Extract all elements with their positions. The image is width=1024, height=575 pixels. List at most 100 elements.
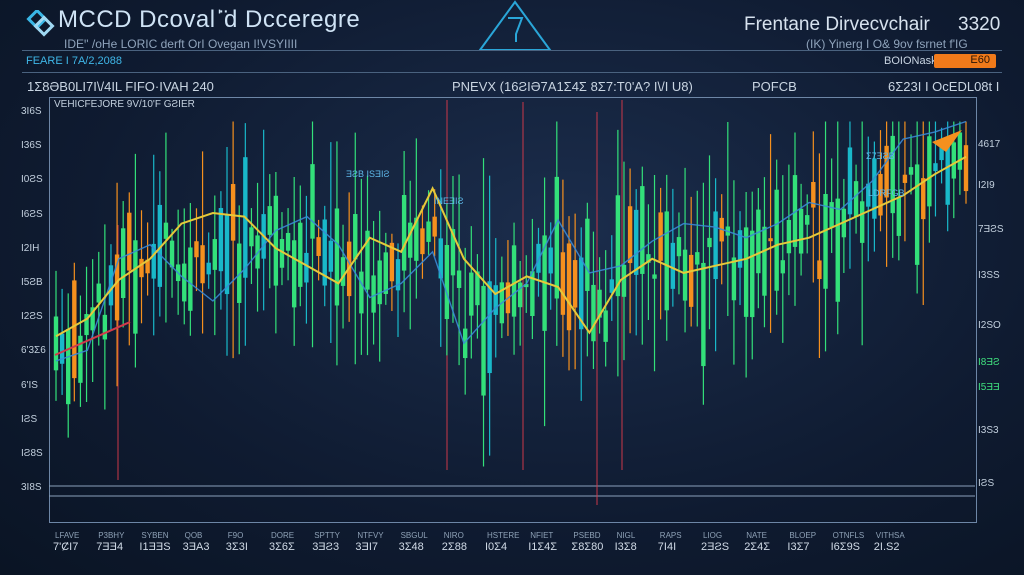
- candle-body: [517, 282, 523, 308]
- x-tick-sub-label: LIOG: [703, 531, 723, 540]
- candle-body: [127, 212, 132, 271]
- candle-body: [377, 260, 382, 305]
- candle-body: [713, 211, 718, 280]
- x-tick-sub-label: HSTERE: [487, 531, 520, 540]
- y-tick-label: I0ƧS: [21, 174, 43, 186]
- x-tick-sub-label: QOB: [184, 531, 203, 540]
- chart-annotation: INEƎIƧ: [434, 196, 464, 206]
- candle-body: [383, 252, 388, 294]
- candle-body: [554, 176, 560, 299]
- candle-body: [652, 274, 657, 279]
- candle-body: [139, 258, 144, 278]
- x-tick-label: I3Ʃ8: [614, 541, 637, 553]
- candle-body: [829, 202, 834, 228]
- y-tick-label: I2ƧS: [21, 311, 43, 323]
- y-tick-label: 6'IS: [21, 379, 38, 391]
- x-tick-label: 7ƎƎ4: [96, 541, 124, 553]
- y-tick-label-right: I2SO: [978, 320, 1001, 331]
- candle-body: [951, 142, 956, 179]
- y-tick-label: I36S: [21, 140, 42, 152]
- candle-body: [72, 280, 77, 379]
- candle-body: [859, 201, 865, 243]
- y-tick-label: IƧS: [21, 413, 38, 425]
- candle-body: [353, 214, 358, 260]
- candle-body: [310, 164, 315, 239]
- candle-body: [817, 260, 822, 280]
- x-tick-sub-label: BLOEP: [789, 531, 817, 540]
- x-tick-sub-label: DORE: [271, 531, 295, 540]
- x-tick-sub-label: NATE: [746, 531, 767, 540]
- x-tick-label: 2Ʃ88: [441, 541, 467, 553]
- candle-body: [664, 211, 669, 311]
- candle-body: [285, 232, 291, 251]
- candle-body: [695, 252, 700, 265]
- y-tick-label: IƧ8S: [21, 448, 43, 459]
- x-tick-label: 2ƎƧS: [701, 541, 730, 553]
- x-tick-sub-label: PSEBD: [573, 531, 601, 540]
- y-tick-label-right: I3S3: [978, 425, 999, 436]
- y-tick-label-right: I3SS: [978, 270, 1000, 281]
- x-tick-label: 3Ʃ3I: [225, 541, 248, 553]
- x-tick-label: Ʃ8Ʃ80: [571, 541, 604, 553]
- x-tick-label: 3ƎA3: [182, 541, 210, 553]
- candle-body: [676, 237, 682, 257]
- candle-body: [230, 184, 236, 241]
- candle-body: [188, 247, 193, 311]
- candle-body: [267, 206, 272, 235]
- x-tick-sub-label: NFIET: [530, 531, 554, 540]
- y-tick-label: I6ƧS: [21, 208, 43, 220]
- candle-body: [328, 240, 334, 272]
- candle-body: [627, 206, 633, 264]
- candle-body: [432, 216, 437, 237]
- candle-body: [511, 245, 517, 317]
- candle-body: [823, 194, 828, 289]
- x-tick-sub-label: SBGUL: [400, 531, 428, 540]
- candle-body: [291, 240, 297, 308]
- candle-body: [572, 260, 578, 308]
- y-tick-label: I5ƧB: [21, 277, 43, 288]
- candle-body: [469, 272, 474, 316]
- chart-plot: [49, 100, 975, 505]
- x-tick-label: 3Ʃ48: [398, 541, 424, 553]
- x-tick-label: 3ƎƧ3: [312, 541, 340, 553]
- candle-body: [548, 247, 553, 274]
- x-tick-label: I6Ʃ9S: [830, 541, 861, 553]
- candle-body: [835, 198, 840, 302]
- y-tick-label: 3I6S: [21, 106, 42, 117]
- candle-body: [481, 285, 486, 396]
- candle-body: [927, 136, 932, 207]
- candle-body: [585, 218, 590, 291]
- candle-body: [768, 238, 773, 242]
- x-tick-label: 7'ȻI7: [53, 541, 79, 553]
- candle-body: [298, 222, 303, 287]
- candle-body: [249, 227, 254, 247]
- candle-body: [96, 283, 101, 303]
- candle-body: [560, 252, 566, 315]
- candle-body: [194, 241, 199, 258]
- candle-body: [591, 284, 596, 342]
- candle-body: [200, 245, 205, 284]
- candle-body: [169, 240, 175, 268]
- x-tick-sub-label: LFAVE: [55, 531, 80, 540]
- candle-body: [340, 257, 346, 286]
- x-tick-label: 7I4I: [657, 541, 677, 553]
- candle-body: [304, 252, 309, 283]
- chart-annotation: ƎƧB ISƎIƧ: [346, 169, 390, 179]
- x-tick-label: I0Ʃ4: [485, 541, 508, 553]
- candle-body: [743, 227, 749, 317]
- candle-body: [847, 147, 853, 215]
- x-tick-sub-label: RAPS: [659, 531, 682, 540]
- candle-body: [805, 215, 810, 225]
- y-tick-label-right: 7ƎƧS: [978, 224, 1004, 235]
- x-tick-sub-label: NIGL: [616, 531, 636, 540]
- candle-body: [756, 209, 761, 274]
- y-tick-label: 3I8S: [21, 482, 42, 494]
- y-tick-label-right: IƧS: [978, 478, 995, 489]
- candle-body: [762, 226, 767, 296]
- candle-body: [420, 228, 425, 255]
- candle-body: [634, 209, 639, 275]
- x-tick-label: 2Ʃ4Ʃ: [744, 541, 771, 553]
- candle-body: [456, 270, 462, 288]
- x-tick-sub-label: SPTTY: [314, 531, 340, 540]
- candle-body: [408, 222, 413, 258]
